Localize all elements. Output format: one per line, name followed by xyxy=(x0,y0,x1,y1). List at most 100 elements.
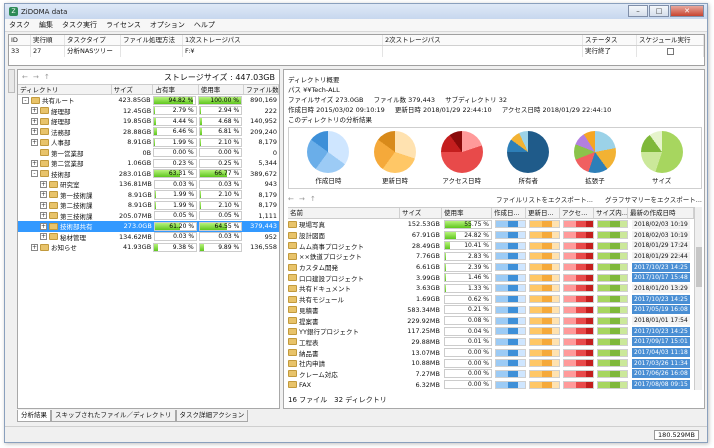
tree-row[interactable]: + 経理部 12.45GB 2.79 % 2.94 % 222 xyxy=(18,106,279,117)
file-row[interactable]: 共有ドキュメント 3.63GB 1.33 % 2018/01/20 13:29 xyxy=(288,283,694,294)
file-col-created[interactable]: 作成日... xyxy=(492,208,526,218)
usage-value: 9.89 % xyxy=(218,243,240,251)
file-row[interactable]: 社内申請 10.88MB 0.00 % 2017/03/26 11:34 xyxy=(288,358,694,369)
distribution-mini-bar xyxy=(495,241,526,250)
file-col-accessed[interactable]: アクセ... xyxy=(560,208,594,218)
job-col-id[interactable]: ID xyxy=(9,35,31,45)
pie-chart[interactable] xyxy=(307,131,350,173)
file-row[interactable]: ムム商事プロジェクト 28.49GB 10.41 % 2018/01/29 17:24 xyxy=(288,240,694,251)
file-row[interactable]: 提案書 229.92MB 0.08 % 2018/01/01 17:54 xyxy=(288,315,694,326)
job-col-status[interactable]: ステータス xyxy=(583,35,637,45)
pie-chart[interactable] xyxy=(640,131,683,173)
file-col-latest-created[interactable]: 最新の作成日時 xyxy=(628,208,694,218)
file-col-updated[interactable]: 更新日... xyxy=(526,208,560,218)
file-row[interactable]: カスタム開発 6.61GB 2.39 % 2017/10/23 14:25 xyxy=(288,262,694,273)
up-arrow-icon[interactable]: ↑ xyxy=(44,73,52,81)
forward-arrow-icon[interactable]: → xyxy=(299,195,307,203)
expand-toggle-icon[interactable]: + xyxy=(31,128,38,136)
tree-row[interactable]: + 技術部共有 273.0GB 61.20 % 64.55 % 379,443 xyxy=(18,221,279,232)
expand-toggle-icon[interactable]: + xyxy=(31,138,38,146)
file-col-size[interactable]: サイズ xyxy=(400,208,442,218)
expand-toggle-icon[interactable]: - xyxy=(31,170,38,178)
menu-options[interactable]: オプション xyxy=(150,20,185,30)
expand-toggle-icon[interactable]: + xyxy=(31,107,38,115)
expand-toggle-icon[interactable]: + xyxy=(31,159,38,167)
job-col-order[interactable]: 実行順 xyxy=(31,35,65,45)
tree-row[interactable]: + 第二営業部 1.06GB 0.23 % 0.25 % 5,344 xyxy=(18,158,279,169)
file-row[interactable]: 工程表 29.88MB 0.01 % 2017/09/17 15:01 xyxy=(288,337,694,348)
pie-chart[interactable] xyxy=(373,131,416,173)
menu-run-task[interactable]: タスク実行 xyxy=(62,20,97,30)
maximize-button[interactable]: □ xyxy=(649,5,669,17)
file-row[interactable]: YY銀行プロジェクト 117.25MB 0.04 % 2017/10/23 14:25 xyxy=(288,326,694,337)
tree-col-occupancy[interactable]: 占有率 xyxy=(153,85,199,94)
file-list-scrollbar[interactable] xyxy=(694,207,702,390)
menu-help[interactable]: ヘルプ xyxy=(194,20,215,30)
tree-col-size[interactable]: サイズ xyxy=(112,85,154,94)
file-row[interactable]: 口口建設プロジェクト 3.99GB 1.46 % 2017/10/17 15:48 xyxy=(288,272,694,283)
tree-col-directory[interactable]: ディレクトリ xyxy=(18,85,112,94)
tree-row[interactable]: + 第一技術課 8.91GB 1.99 % 2.10 % 8,179 xyxy=(18,190,279,201)
file-col-size-dist[interactable]: サイズ内... xyxy=(594,208,628,218)
side-panel-handle[interactable] xyxy=(8,69,15,93)
tree-row[interactable]: 第一営業部 0B 0.00 % 0.00 % 0 xyxy=(18,148,279,159)
minimize-button[interactable]: – xyxy=(628,5,648,17)
file-col-usage[interactable]: 使用率 xyxy=(442,208,492,218)
tree-col-count[interactable]: ファイル数 xyxy=(244,85,279,94)
expand-toggle-icon[interactable]: + xyxy=(40,180,47,188)
tree-row[interactable]: + 経理部 19.85GB 4.44 % 4.68 % 140,952 xyxy=(18,116,279,127)
pie-chart[interactable] xyxy=(573,131,616,173)
job-col-schedule[interactable]: スケジュール実行 xyxy=(637,35,704,45)
tree-row[interactable]: + お知らせ 41.93GB 9.38 % 9.89 % 136,558 xyxy=(18,242,279,253)
job-col-secondary-path[interactable]: 2次ストレージパス xyxy=(383,35,583,45)
expand-toggle-icon[interactable]: + xyxy=(40,201,47,209)
expand-toggle-icon[interactable]: + xyxy=(40,222,47,230)
pie-chart[interactable] xyxy=(507,131,550,173)
back-arrow-icon[interactable]: ← xyxy=(288,195,296,203)
expand-toggle-icon[interactable]: - xyxy=(22,96,29,104)
expand-toggle-icon[interactable]: + xyxy=(40,212,47,220)
tree-row[interactable]: - 共有ルート 423.85GB 94.82 % 100.00 % 890,169 xyxy=(18,95,279,106)
tree-dir-name: 第二営業部 xyxy=(51,160,84,169)
export-file-list-button[interactable]: ファイルリストをエクスポート... xyxy=(496,194,593,204)
expand-toggle-icon[interactable]: + xyxy=(40,233,47,241)
file-row[interactable]: 共有モジュール 1.69GB 0.62 % 2017/10/23 14:25 xyxy=(288,294,694,305)
file-row[interactable]: FAX 6.32MB 0.00 % 2017/08/08 09:15 xyxy=(288,379,694,390)
file-row[interactable]: ××鉄道プロジェクト 7.76GB 2.83 % 2018/01/29 22:44 xyxy=(288,251,694,262)
tab-task-detail-actions[interactable]: タスク詳細アクション xyxy=(175,410,249,422)
file-row[interactable]: 納品書 13.07MB 0.00 % 2017/04/03 11:18 xyxy=(288,347,694,358)
menu-task[interactable]: タスク xyxy=(9,20,30,30)
job-col-primary-path[interactable]: 1次ストレージパス xyxy=(183,35,383,45)
schedule-checkbox[interactable] xyxy=(667,48,674,55)
file-row[interactable]: クレーム対応 7.27MB 0.00 % 2017/06/26 16:08 xyxy=(288,369,694,380)
tree-row[interactable]: + 第二技術課 8.91GB 1.99 % 2.10 % 8,179 xyxy=(18,200,279,211)
tree-col-usage[interactable]: 使用率 xyxy=(199,85,245,94)
forward-arrow-icon[interactable]: → xyxy=(33,73,41,81)
file-row[interactable]: 見積書 583.34MB 0.21 % 2017/05/19 16:08 xyxy=(288,305,694,316)
file-row[interactable]: 現場写真 152.53GB 55.75 % 2018/02/03 10:19 xyxy=(288,219,694,230)
scroll-thumb[interactable] xyxy=(696,247,702,287)
file-col-name[interactable]: 名前 xyxy=(288,208,400,218)
tree-row[interactable]: + 法務部 28.88GB 6.46 % 6.81 % 209,240 xyxy=(18,127,279,138)
menu-edit[interactable]: 編集 xyxy=(39,20,53,30)
expand-toggle-icon[interactable]: + xyxy=(31,243,38,251)
job-row[interactable]: 33 27 分析NASツリー F:¥ 実行終了 xyxy=(9,46,704,57)
expand-toggle-icon[interactable]: + xyxy=(31,117,38,125)
menu-license[interactable]: ライセンス xyxy=(106,20,141,30)
tree-row[interactable]: + 秘材管理 134.62MB 0.03 % 0.03 % 952 xyxy=(18,232,279,243)
tab-skipped-files[interactable]: スキップされたファイル／ディレクトリ xyxy=(51,410,176,422)
close-button[interactable]: ✕ xyxy=(670,5,704,17)
job-col-method[interactable]: ファイル処理方法 xyxy=(121,35,183,45)
back-arrow-icon[interactable]: ← xyxy=(22,73,30,81)
expand-toggle-icon[interactable]: + xyxy=(40,191,47,199)
tree-row[interactable]: + 研究室 136.81MB 0.03 % 0.03 % 943 xyxy=(18,179,279,190)
tab-analysis-results[interactable]: 分析結果 xyxy=(17,410,51,422)
tree-row[interactable]: + 人事部 8.91GB 1.99 % 2.10 % 8,179 xyxy=(18,137,279,148)
job-col-type[interactable]: タスクタイプ xyxy=(65,35,121,45)
export-graph-summary-button[interactable]: グラフサマリーをエクスポート... xyxy=(605,194,702,204)
tree-row[interactable]: - 技術部 283.01GB 63.31 % 66.77 % 389,672 xyxy=(18,169,279,180)
up-arrow-icon[interactable]: ↑ xyxy=(310,195,318,203)
file-row[interactable]: 設計図面 67.91GB 24.82 % 2018/02/03 10:19 xyxy=(288,230,694,241)
pie-chart[interactable] xyxy=(440,131,483,173)
tree-row[interactable]: + 第三技術課 205.07MB 0.05 % 0.05 % 1,111 xyxy=(18,211,279,222)
